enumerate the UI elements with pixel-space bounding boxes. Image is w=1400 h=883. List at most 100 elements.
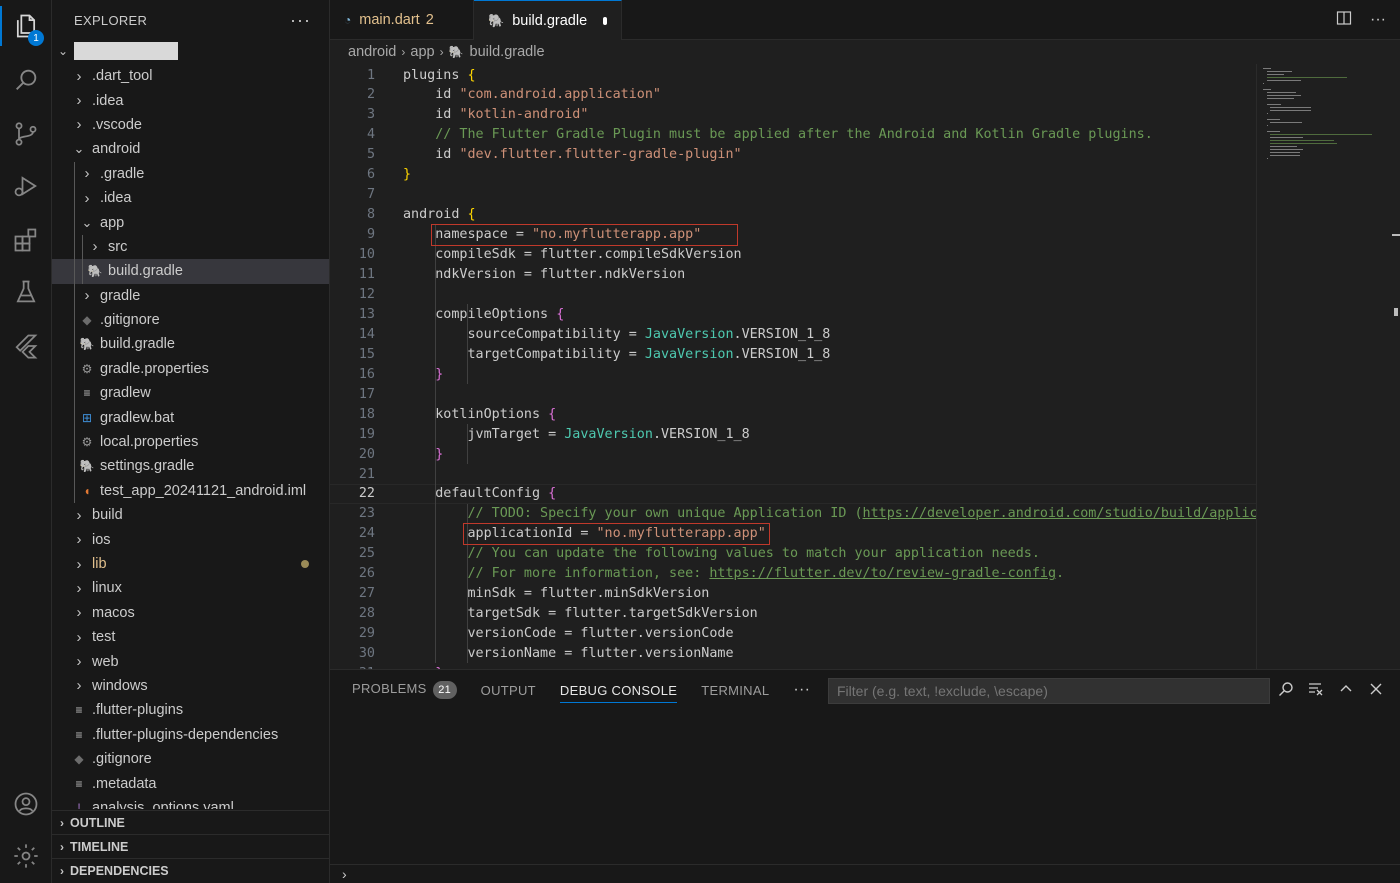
tree-item[interactable]: › ios: [52, 527, 329, 551]
code-text: minSdk = flutter.minSdkVersion: [403, 586, 710, 602]
tree-item[interactable]: › build: [52, 503, 329, 527]
tree-item[interactable]: ≡ .flutter-plugins-dependencies: [52, 723, 329, 747]
flutter-icon[interactable]: [0, 322, 52, 370]
explorer-icon[interactable]: 1: [0, 2, 52, 50]
tree-item[interactable]: ≡ .metadata: [52, 771, 329, 795]
tree-item[interactable]: ≡ gradlew: [52, 381, 329, 406]
source-control-icon[interactable]: [0, 110, 52, 158]
breadcrumb-item-file[interactable]: build.gradle: [470, 44, 545, 60]
text-file-icon: ≡: [75, 776, 83, 791]
tree-item[interactable]: ⚙ gradle.properties: [52, 356, 329, 382]
find-icon[interactable]: [1278, 681, 1294, 700]
run-debug-icon[interactable]: [0, 162, 52, 210]
tab-output[interactable]: OUTPUT: [481, 683, 536, 698]
debug-console-input[interactable]: ›: [330, 864, 1400, 883]
minimap-line: [1270, 110, 1311, 111]
outline-label: OUTLINE: [70, 815, 125, 830]
split-editor-icon[interactable]: [1336, 10, 1352, 31]
tree-item[interactable]: › gradle: [52, 283, 329, 308]
tab-build-gradle[interactable]: 🐘 build.gradle: [474, 0, 622, 40]
chevron-right-icon: ›: [76, 579, 82, 597]
dependencies-section[interactable]: › DEPENDENCIES: [52, 858, 329, 883]
minimap-line: [1266, 95, 1301, 96]
line-number: 24: [358, 526, 375, 542]
search-icon[interactable]: [0, 56, 52, 104]
tree-item[interactable]: › src: [52, 234, 329, 260]
extensions-icon[interactable]: [0, 216, 52, 264]
code-editor[interactable]: 1 plugins {2 id "com.android.application"…: [330, 64, 1256, 669]
tab-problems[interactable]: PROBLEMS 21: [352, 681, 457, 699]
git-icon: ◆: [82, 313, 92, 328]
text-file-icon: ≡: [75, 727, 83, 742]
chevron-right-icon: ›: [84, 165, 90, 183]
more-actions-icon[interactable]: ···: [1370, 11, 1386, 29]
maximize-panel-icon[interactable]: [1338, 681, 1354, 700]
tree-item[interactable]: ≡ .flutter-plugins: [52, 698, 329, 722]
outline-section[interactable]: › OUTLINE: [52, 810, 329, 835]
chevron-right-icon: ›: [92, 238, 98, 256]
tree-item[interactable]: ⌄ app: [52, 210, 329, 235]
tree-item[interactable]: ! analysis_options.yaml: [52, 796, 329, 809]
tree-item[interactable]: › .idea: [52, 185, 329, 211]
code-line: 2 id "com.android.application": [330, 85, 1256, 105]
testing-icon[interactable]: [0, 268, 52, 316]
tree-item[interactable]: 🐘 build.gradle: [52, 259, 329, 284]
clear-console-icon[interactable]: [1308, 681, 1324, 700]
tree-item[interactable]: ⊞ gradlew.bat: [52, 405, 329, 430]
tree-item[interactable]: ◆ .gitignore: [52, 307, 329, 333]
code-text: // You can update the following values t…: [467, 546, 1040, 562]
indent-guide: [74, 234, 75, 260]
accounts-icon[interactable]: [0, 780, 52, 828]
tree-item[interactable]: › .gradle: [52, 161, 329, 186]
tree-item-label: gradlew.bat: [100, 409, 175, 426]
line-number: 9: [366, 227, 375, 243]
line-number: 19: [358, 426, 375, 442]
workspace-root[interactable]: ⌄: [52, 40, 329, 62]
tree-item[interactable]: › macos: [52, 601, 329, 625]
tree-item[interactable]: › web: [52, 649, 329, 673]
tree-item[interactable]: › lib: [52, 552, 329, 576]
timeline-section[interactable]: › TIMELINE: [52, 834, 329, 859]
scrollbar-thumb[interactable]: [1394, 308, 1398, 316]
tree-item[interactable]: › test: [52, 625, 329, 649]
tab-debug-console[interactable]: DEBUG CONSOLE: [559, 683, 678, 703]
panel-more-icon[interactable]: ···: [793, 681, 810, 699]
close-panel-icon[interactable]: [1368, 681, 1384, 700]
tree-item[interactable]: ◆ .gitignore: [52, 747, 329, 771]
chevron-right-icon: ›: [76, 116, 82, 134]
code-text: // The Flutter Gradle Plugin must be app…: [435, 127, 1153, 143]
tree-item[interactable]: › windows: [52, 674, 329, 698]
tree-item[interactable]: › .dart_tool: [52, 64, 329, 88]
indent-guide: [74, 283, 75, 308]
tree-item-label: .metadata: [92, 775, 157, 792]
minimap[interactable]: [1256, 64, 1400, 669]
tree-item[interactable]: ⚙ local.properties: [52, 429, 329, 455]
line-number: 14: [358, 326, 375, 342]
tree-item-label: .idea: [92, 92, 124, 109]
tree-item[interactable]: 🐘 build.gradle: [52, 332, 329, 357]
minimap-line: [1270, 134, 1372, 135]
indent-guide: [82, 234, 83, 260]
unsaved-dot-icon[interactable]: [603, 16, 607, 25]
code-text: }: [435, 366, 444, 382]
tree-item[interactable]: › .vscode: [52, 113, 329, 137]
debug-console-filter-input[interactable]: [828, 678, 1270, 704]
code-line: 22 defaultConfig {: [330, 483, 1256, 504]
code-text: compileOptions {: [403, 306, 565, 322]
panel-tabs: PROBLEMS 21 OUTPUT DEBUG CONSOLE TERMINAL…: [352, 670, 810, 710]
tab-terminal[interactable]: TERMINAL: [701, 683, 769, 698]
breadcrumb-item-app[interactable]: app: [410, 44, 434, 60]
settings-gear-icon[interactable]: [0, 832, 52, 880]
code-line: 27 minSdk = flutter.minSdkVersion: [330, 584, 1256, 604]
code-line: 7: [330, 185, 1256, 205]
tree-item-label: test_app_20241121_android.iml: [100, 482, 307, 499]
breadcrumb-item-android[interactable]: android: [348, 44, 396, 60]
tree-item[interactable]: ◖ test_app_20241121_android.iml: [52, 478, 329, 504]
tree-item[interactable]: › .idea: [52, 88, 329, 112]
tree-item[interactable]: ⌄ android: [52, 137, 329, 161]
indent-guide: [74, 259, 75, 284]
explorer-more-icon[interactable]: ···: [290, 10, 311, 31]
tree-item[interactable]: 🐘 settings.gradle: [52, 454, 329, 479]
tree-item[interactable]: › linux: [52, 576, 329, 600]
tab-main-dart[interactable]: ◔ main.dart 2: [330, 0, 474, 40]
